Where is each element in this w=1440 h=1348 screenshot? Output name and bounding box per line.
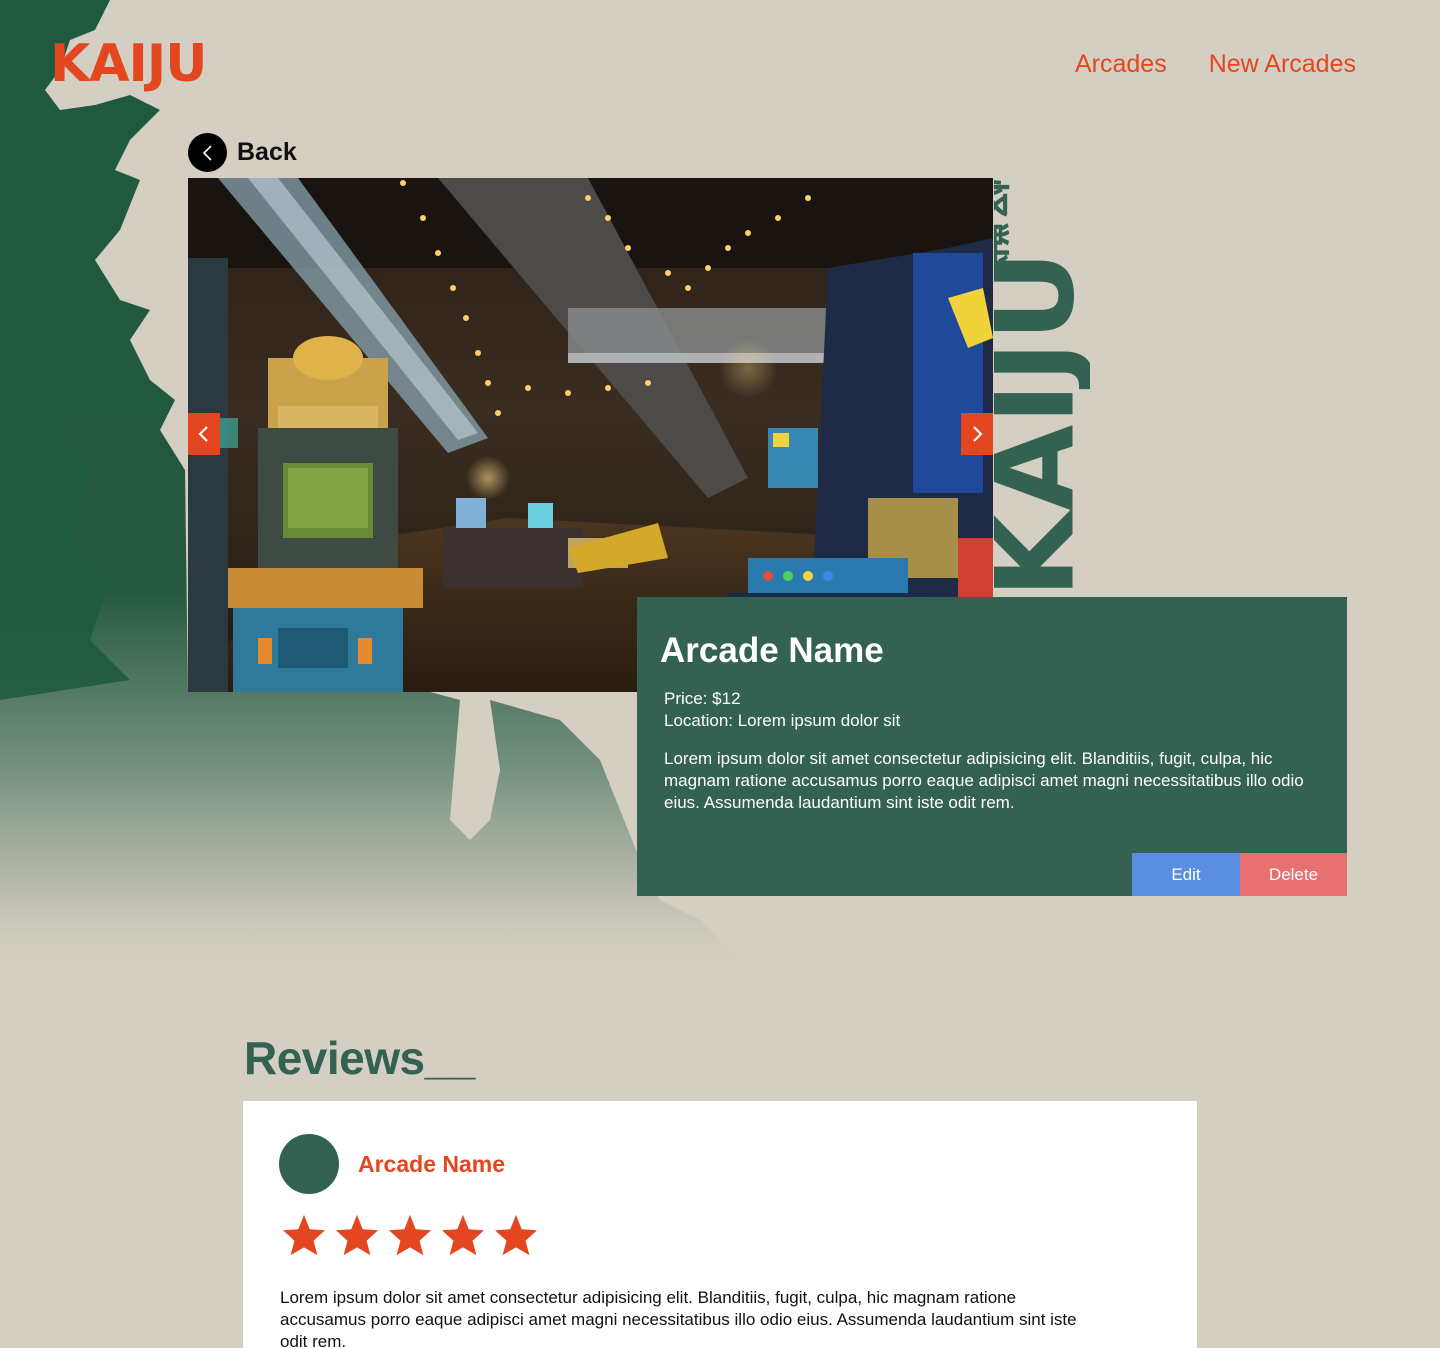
- arcade-meta: Price: $12 Location: Lorem ipsum dolor s…: [664, 688, 900, 732]
- back-label: Back: [237, 138, 297, 166]
- star-icon: [494, 1214, 538, 1256]
- kaiju-logo[interactable]: KAIJU: [50, 34, 207, 94]
- vertical-kaiju-wordmark: 怪獣 KAIJU: [994, 178, 1090, 598]
- star-icon: [282, 1214, 326, 1256]
- star-icon: [388, 1214, 432, 1256]
- arcade-price: Price: $12: [664, 689, 741, 708]
- arcade-location: Location: Lorem ipsum dolor sit: [664, 711, 901, 730]
- nav-link-arcades[interactable]: Arcades: [1075, 50, 1167, 79]
- reviews-heading: Reviews__: [244, 1032, 475, 1084]
- star-icon: [441, 1214, 485, 1256]
- star-rating: [281, 1213, 539, 1257]
- wordmark-label: KAIJU: [994, 250, 1090, 598]
- edit-button[interactable]: Edit: [1132, 853, 1240, 896]
- back-button[interactable]: Back: [188, 133, 297, 172]
- review-author-name: Arcade Name: [358, 1151, 506, 1177]
- carousel-next-button[interactable]: [961, 413, 993, 455]
- avatar: [279, 1134, 339, 1194]
- arcade-title: Arcade Name: [660, 631, 884, 670]
- arcade-description: Lorem ipsum dolor sit amet consectetur a…: [664, 749, 1304, 812]
- chevron-left-icon: [198, 426, 208, 442]
- chevron-right-icon: [973, 426, 983, 442]
- delete-button[interactable]: Delete: [1240, 853, 1347, 896]
- star-icon: [335, 1214, 379, 1256]
- arcade-details-card: Arcade Name Price: $12 Location: Lorem i…: [637, 597, 1347, 896]
- nav-link-new-arcades[interactable]: New Arcades: [1209, 50, 1356, 79]
- review-text: Lorem ipsum dolor sit amet consectetur a…: [280, 1288, 1077, 1348]
- chevron-left-icon: [188, 133, 227, 172]
- carousel-prev-button[interactable]: [188, 413, 220, 455]
- review-card: Arcade Name Lorem ipsum dolor sit amet c…: [243, 1101, 1197, 1348]
- main-nav: Arcades New Arcades: [1075, 50, 1356, 79]
